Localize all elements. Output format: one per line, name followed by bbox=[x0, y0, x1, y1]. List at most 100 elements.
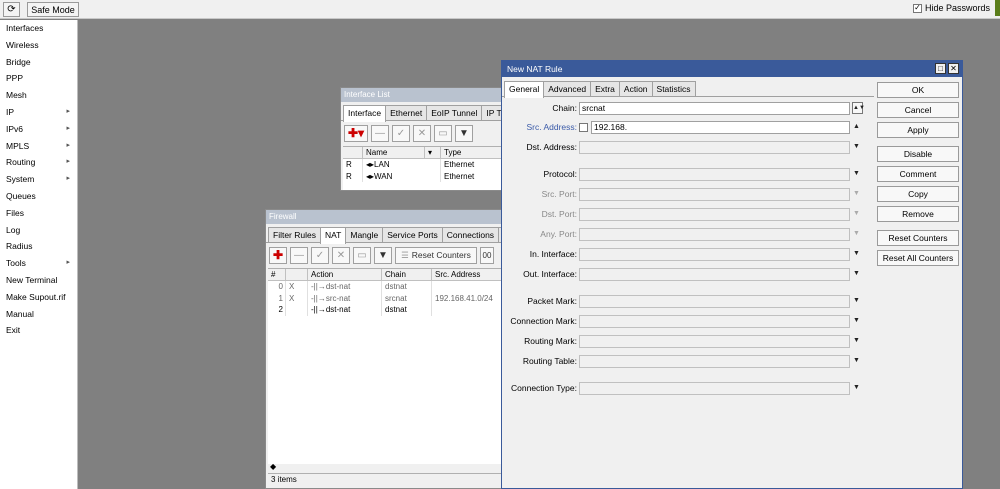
dropdown-icon[interactable]: ▼ bbox=[853, 230, 860, 237]
tab-extra[interactable]: Extra bbox=[590, 81, 620, 96]
menu-item-bridge[interactable]: Bridge bbox=[0, 54, 77, 71]
cancel-button[interactable]: Cancel bbox=[877, 102, 959, 118]
dropdown-icon[interactable]: ▼ bbox=[853, 170, 860, 177]
disable-icon[interactable]: ✕ bbox=[413, 124, 431, 142]
add-icon[interactable]: ✚ bbox=[269, 246, 287, 264]
sort-icon[interactable]: ▾ bbox=[425, 147, 441, 158]
dropdown-icon[interactable]: ▼ bbox=[853, 190, 860, 197]
menu-item-wireless[interactable]: Wireless bbox=[0, 37, 77, 54]
chain-field[interactable]: srcnat bbox=[579, 102, 850, 115]
dropdown-icon[interactable]: ▼ bbox=[853, 210, 860, 217]
tab-connections[interactable]: Connections bbox=[441, 227, 500, 242]
tab-nat[interactable]: NAT bbox=[319, 227, 347, 244]
table-row[interactable]: 2 -||→dst-nat dstnat bbox=[268, 304, 504, 316]
add-icon[interactable]: ✚▾ bbox=[344, 124, 368, 142]
remove-button[interactable]: Remove bbox=[877, 206, 959, 222]
hide-passwords-toggle[interactable]: ✓ Hide Passwords bbox=[912, 3, 990, 13]
src-address-field[interactable]: 192.168. bbox=[591, 121, 850, 134]
packet-mark-field[interactable] bbox=[579, 295, 850, 308]
remove-icon[interactable]: — bbox=[371, 124, 389, 142]
menu-item-make-supout[interactable]: Make Supout.rif bbox=[0, 289, 77, 306]
scroll-left-icon[interactable]: ◆ bbox=[270, 462, 276, 471]
connection-type-field[interactable] bbox=[579, 382, 850, 395]
column-type[interactable]: Type bbox=[441, 147, 509, 158]
dropdown-icon[interactable]: ▼ bbox=[853, 143, 860, 150]
src-port-field[interactable] bbox=[579, 188, 850, 201]
dropdown-icon[interactable]: ▼ bbox=[853, 317, 860, 324]
remove-icon[interactable]: — bbox=[290, 246, 308, 264]
reset-counters-button[interactable]: Reset Counters bbox=[877, 230, 959, 246]
dropdown-icon[interactable]: ▼ bbox=[853, 384, 860, 391]
hide-passwords-checkbox[interactable]: ✓ bbox=[912, 3, 922, 13]
menu-item-exit[interactable]: Exit bbox=[0, 322, 77, 339]
dropdown-icon[interactable]: ▼ bbox=[853, 337, 860, 344]
table-row[interactable]: 1 X -||→src-nat srcnat 192.168.41.0/24 bbox=[268, 292, 504, 304]
column-chain[interactable]: Chain bbox=[382, 269, 432, 280]
routing-mark-field[interactable] bbox=[579, 335, 850, 348]
tab-service-ports[interactable]: Service Ports bbox=[382, 227, 443, 242]
filter-icon[interactable]: ▼ bbox=[374, 246, 392, 264]
refresh-icon[interactable]: ⟳ bbox=[3, 2, 20, 17]
menu-item-manual[interactable]: Manual bbox=[0, 306, 77, 323]
menu-item-log[interactable]: Log bbox=[0, 222, 77, 239]
comment-icon[interactable]: ▭ bbox=[434, 124, 452, 142]
any-port-field[interactable] bbox=[579, 228, 850, 241]
filter-icon[interactable]: ▼ bbox=[455, 124, 473, 142]
menu-item-routing[interactable]: Routing ▸ bbox=[0, 154, 77, 171]
column-action[interactable]: Action bbox=[308, 269, 382, 280]
table-row[interactable]: R ◂▸WAN Ethernet bbox=[343, 170, 509, 182]
close-icon[interactable]: ✕ bbox=[948, 63, 959, 74]
menu-item-ppp[interactable]: PPP bbox=[0, 70, 77, 87]
menu-item-interfaces[interactable]: Interfaces bbox=[0, 20, 77, 37]
menu-item-files[interactable]: Files bbox=[0, 205, 77, 222]
comment-icon[interactable]: ▭ bbox=[353, 246, 371, 264]
copy-button[interactable]: Copy bbox=[877, 186, 959, 202]
menu-item-new-terminal[interactable]: New Terminal bbox=[0, 272, 77, 289]
tab-filter-rules[interactable]: Filter Rules bbox=[268, 227, 321, 242]
select-arrows-icon[interactable]: ▲▼ bbox=[852, 102, 865, 114]
table-row[interactable]: R ◂▸LAN Ethernet bbox=[343, 159, 509, 171]
src-address-negate-checkbox[interactable] bbox=[579, 123, 588, 132]
reset-all-counters-button[interactable]: Reset All Counters bbox=[877, 250, 959, 266]
tab-action[interactable]: Action bbox=[618, 81, 653, 96]
protocol-field[interactable] bbox=[579, 168, 850, 181]
tab-mangle[interactable]: Mangle bbox=[345, 227, 384, 242]
reset-counters-button[interactable]: ☰ Reset Counters bbox=[395, 246, 477, 264]
menu-item-mpls[interactable]: MPLS ▸ bbox=[0, 138, 77, 155]
menu-item-mesh[interactable]: Mesh bbox=[0, 87, 77, 104]
dropdown-icon[interactable]: ▼ bbox=[853, 250, 860, 257]
connection-mark-field[interactable] bbox=[579, 315, 850, 328]
menu-item-tools[interactable]: Tools ▸ bbox=[0, 255, 77, 272]
collapse-icon[interactable]: ▲ bbox=[853, 123, 860, 130]
table-row[interactable]: 0 X -||→dst-nat dstnat bbox=[268, 281, 504, 293]
menu-item-radius[interactable]: Radius bbox=[0, 238, 77, 255]
tab-statistics[interactable]: Statistics bbox=[651, 81, 696, 96]
maximize-icon[interactable]: □ bbox=[935, 63, 946, 74]
column-src-address[interactable]: Src. Address bbox=[432, 269, 504, 280]
tab-advanced[interactable]: Advanced bbox=[543, 81, 592, 96]
tab-interface[interactable]: Interface bbox=[343, 105, 387, 122]
in-interface-field[interactable] bbox=[579, 248, 850, 261]
dropdown-icon[interactable]: ▼ bbox=[853, 297, 860, 304]
tab-eoip-tunnel[interactable]: EoIP Tunnel bbox=[426, 105, 483, 120]
routing-table-field[interactable] bbox=[579, 355, 850, 368]
column-name[interactable]: Name bbox=[363, 147, 425, 158]
out-interface-field[interactable] bbox=[579, 268, 850, 281]
disable-button[interactable]: Disable bbox=[877, 146, 959, 162]
disable-icon[interactable]: ✕ bbox=[332, 246, 350, 264]
tab-ethernet[interactable]: Ethernet bbox=[385, 105, 428, 120]
menu-item-queues[interactable]: Queues bbox=[0, 188, 77, 205]
comment-button[interactable]: Comment bbox=[877, 166, 959, 182]
tab-general[interactable]: General bbox=[504, 81, 545, 98]
ok-button[interactable]: OK bbox=[877, 82, 959, 98]
enable-icon[interactable]: ✓ bbox=[392, 124, 410, 142]
dst-address-field[interactable] bbox=[579, 141, 850, 154]
menu-item-ipv6[interactable]: IPv6 ▸ bbox=[0, 121, 77, 138]
dropdown-icon[interactable]: ▼ bbox=[853, 270, 860, 277]
dst-port-field[interactable] bbox=[579, 208, 850, 221]
reset-all-icon[interactable]: 00 bbox=[480, 246, 494, 264]
menu-item-ip[interactable]: IP ▸ bbox=[0, 104, 77, 121]
column-number[interactable]: # bbox=[268, 269, 286, 280]
apply-button[interactable]: Apply bbox=[877, 122, 959, 138]
dropdown-icon[interactable]: ▼ bbox=[853, 357, 860, 364]
